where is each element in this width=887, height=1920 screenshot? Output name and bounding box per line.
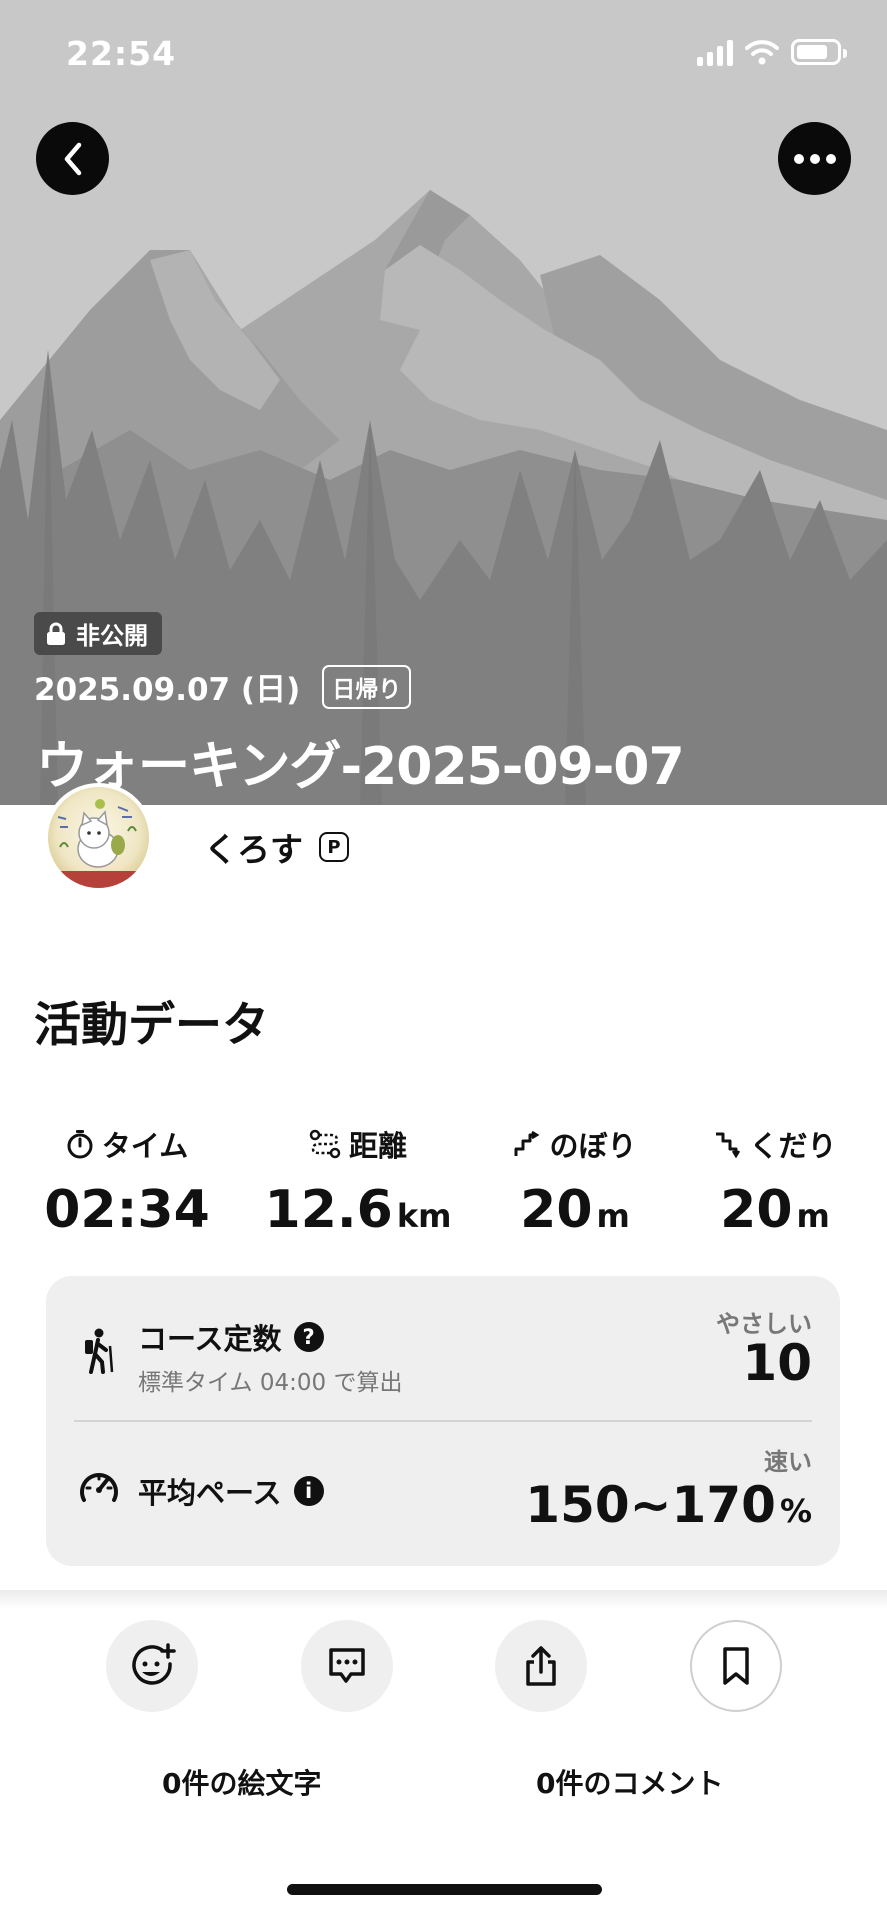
battery-icon — [791, 39, 847, 65]
comment-button[interactable] — [301, 1620, 393, 1712]
emoji-count-link[interactable]: 0件の絵文字 — [162, 1762, 321, 1802]
stat-descent-label: くだり — [749, 1129, 837, 1163]
descent-icon — [716, 1132, 741, 1159]
average-pace-title-row: 平均ペース i — [138, 1470, 324, 1512]
card-divider — [74, 1420, 812, 1422]
stat-ascent-unit: m — [596, 1197, 630, 1235]
stat-descent-unit: m — [796, 1197, 830, 1235]
trip-type-badge: 日帰り — [322, 664, 412, 709]
course-constant-value: 10 — [742, 1334, 812, 1392]
stat-ascent: のぼり 20 m — [500, 1124, 650, 1240]
average-pace-value: 150~170 — [525, 1476, 776, 1534]
stopwatch-icon — [67, 1130, 93, 1159]
stat-ascent-value: 20 — [520, 1180, 593, 1240]
share-icon — [526, 1646, 556, 1686]
hiker-icon — [85, 1328, 114, 1374]
more-options-button[interactable] — [778, 122, 851, 195]
average-pace-unit: % — [779, 1492, 812, 1530]
avatar-cat-illustration — [48, 799, 149, 888]
stat-ascent-label: のぼり — [549, 1129, 637, 1163]
date-row: 2025.09.07 (日) 日帰り — [34, 664, 412, 709]
ellipsis-icon — [793, 153, 836, 164]
stat-time-value: 02:34 — [44, 1180, 210, 1240]
private-badge: 非公開 — [34, 612, 162, 655]
user-row[interactable]: くろす P — [204, 823, 349, 871]
bookmark-icon — [723, 1647, 749, 1685]
add-emoji-button[interactable] — [106, 1620, 198, 1712]
activity-date: 2025.09.07 (日) — [34, 672, 301, 708]
bottom-bar-shadow — [0, 1590, 887, 1610]
stat-descent-value: 20 — [720, 1180, 793, 1240]
course-constant-title-row: コース定数 ? — [138, 1316, 324, 1358]
speedometer-icon — [80, 1473, 118, 1502]
home-indicator — [287, 1884, 602, 1895]
stat-distance-unit: km — [396, 1197, 452, 1235]
average-pace-title: 平均ペース — [138, 1476, 282, 1510]
username[interactable]: くろす — [204, 823, 303, 871]
info-icon[interactable]: i — [293, 1476, 324, 1506]
add-emoji-icon — [132, 1643, 176, 1685]
back-button[interactable] — [36, 122, 109, 195]
route-icon — [309, 1129, 341, 1159]
premium-badge: P — [319, 832, 349, 862]
comment-icon — [329, 1648, 365, 1683]
lock-icon — [47, 622, 65, 645]
status-icons — [697, 38, 847, 66]
comment-count-link[interactable]: 0件のコメント — [536, 1762, 723, 1802]
course-constant-subtitle: 標準タイム 04:00 で算出 — [138, 1370, 403, 1396]
bookmark-button[interactable] — [690, 1620, 782, 1712]
help-icon[interactable]: ? — [293, 1322, 324, 1352]
average-pace-value-row: 150~170% — [525, 1476, 812, 1534]
pace-rating: 速い — [764, 1448, 812, 1476]
cellular-signal-icon — [697, 38, 733, 66]
stat-descent: くだり 20 m — [700, 1124, 850, 1240]
stat-distance-value: 12.6 — [264, 1180, 393, 1240]
hero-header: 22:54 非公開 2025.09.07 (日) 日帰り ウォーキング-2025… — [0, 0, 887, 805]
stat-time-label: タイム — [101, 1129, 189, 1163]
ascent-icon — [514, 1130, 540, 1156]
wifi-icon — [745, 40, 779, 65]
chevron-left-icon — [64, 142, 81, 175]
section-title-activity-data: 活動データ — [34, 998, 269, 1053]
stat-distance-label: 距離 — [348, 1129, 407, 1163]
course-pace-card: コース定数 ? 標準タイム 04:00 で算出 やさしい 10 平均ペース i … — [46, 1276, 840, 1566]
private-label: 非公開 — [76, 622, 148, 650]
status-bar: 22:54 — [0, 0, 887, 110]
share-button[interactable] — [495, 1620, 587, 1712]
stat-distance: 距離 12.6 km — [260, 1124, 456, 1240]
stat-time: タイム 02:34 — [44, 1124, 210, 1240]
activity-title: ウォーキング-2025-09-07 — [36, 737, 685, 797]
status-time: 22:54 — [66, 34, 177, 73]
course-constant-title: コース定数 — [138, 1322, 282, 1356]
avatar[interactable] — [44, 783, 153, 892]
